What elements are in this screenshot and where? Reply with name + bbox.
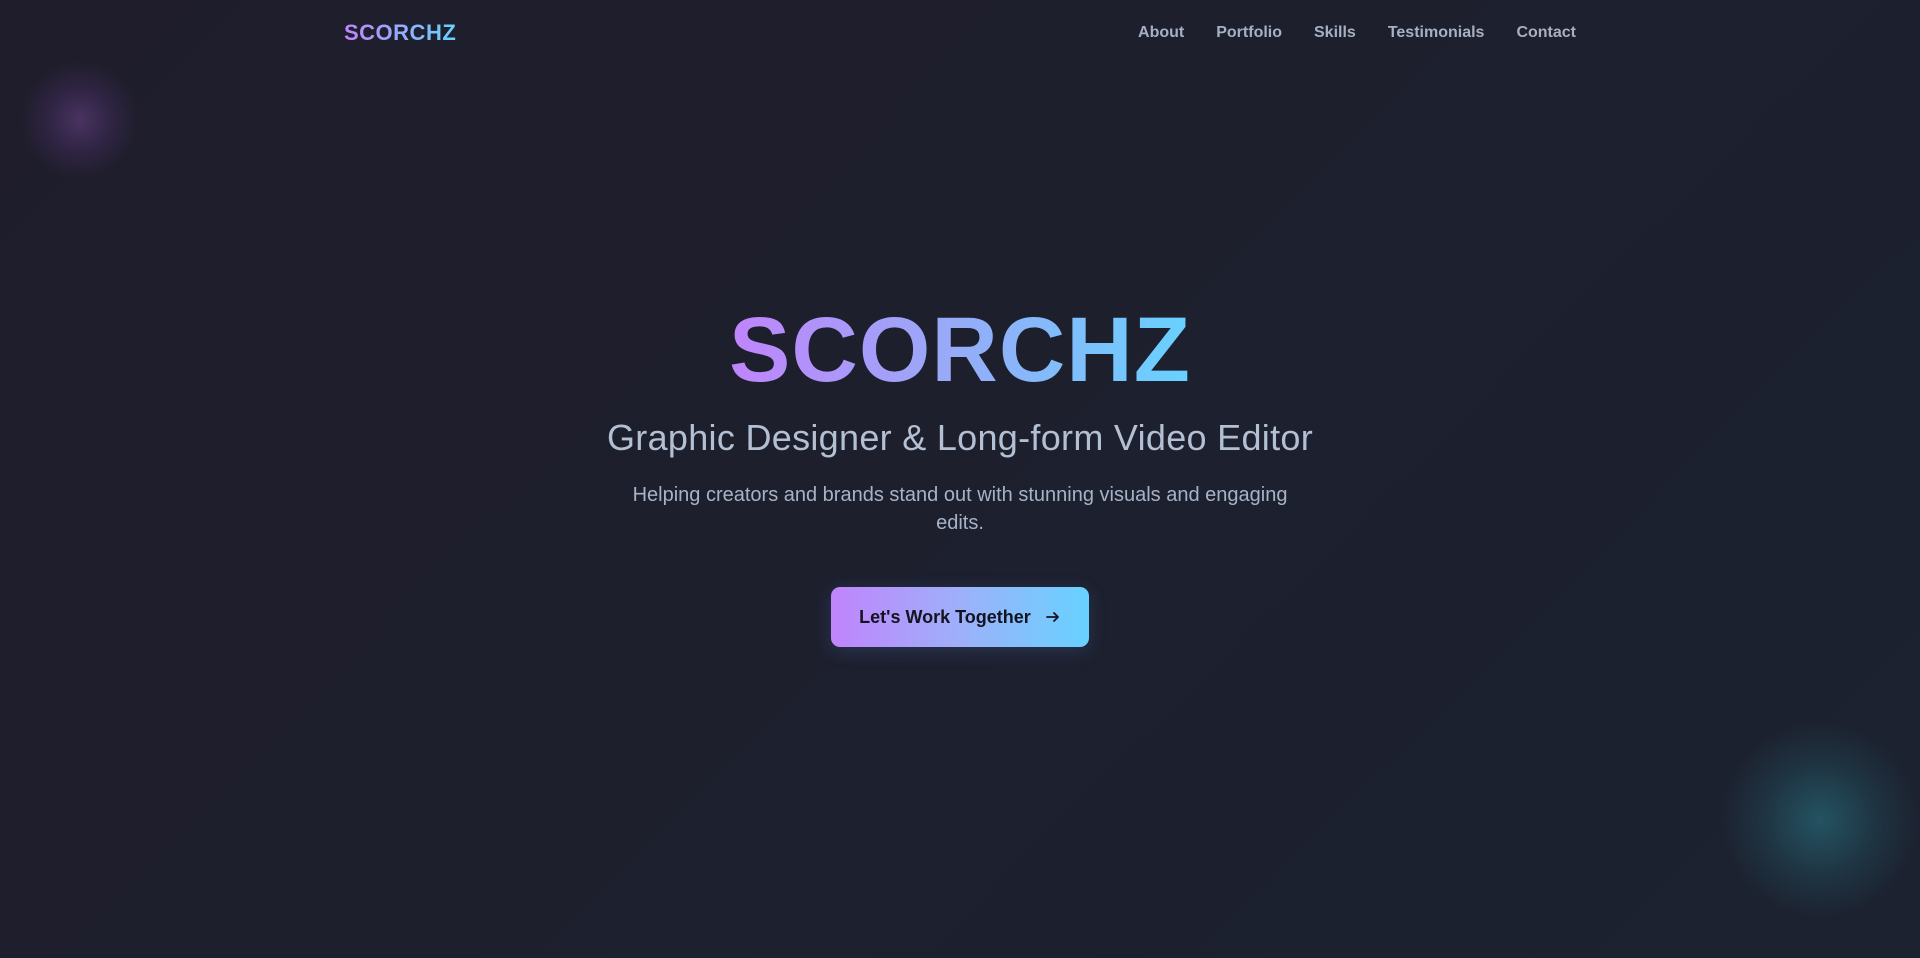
nav-link-skills[interactable]: Skills [1314,24,1356,42]
arrow-right-icon [1045,609,1061,625]
hero-title: SCORCHZ [729,299,1191,401]
nav-links: About Portfolio Skills Testimonials Cont… [1138,24,1576,42]
hero-subtitle: Graphic Designer & Long-form Video Edito… [607,417,1313,459]
site-logo[interactable]: SCORCHZ [344,20,456,46]
nav-link-contact[interactable]: Contact [1516,24,1576,42]
nav-link-testimonials[interactable]: Testimonials [1388,24,1485,42]
navbar: SCORCHZ About Portfolio Skills Testimoni… [344,0,1576,66]
nav-link-portfolio[interactable]: Portfolio [1216,24,1282,42]
hero-section: SCORCHZ Graphic Designer & Long-form Vid… [0,299,1920,648]
background-glow-purple [20,60,140,180]
nav-link-about[interactable]: About [1138,24,1184,42]
cta-button[interactable]: Let's Work Together [831,587,1089,648]
cta-button-label: Let's Work Together [859,606,1031,627]
background-glow-teal [1720,720,1920,920]
hero-tagline: Helping creators and brands stand out wi… [632,484,1288,535]
